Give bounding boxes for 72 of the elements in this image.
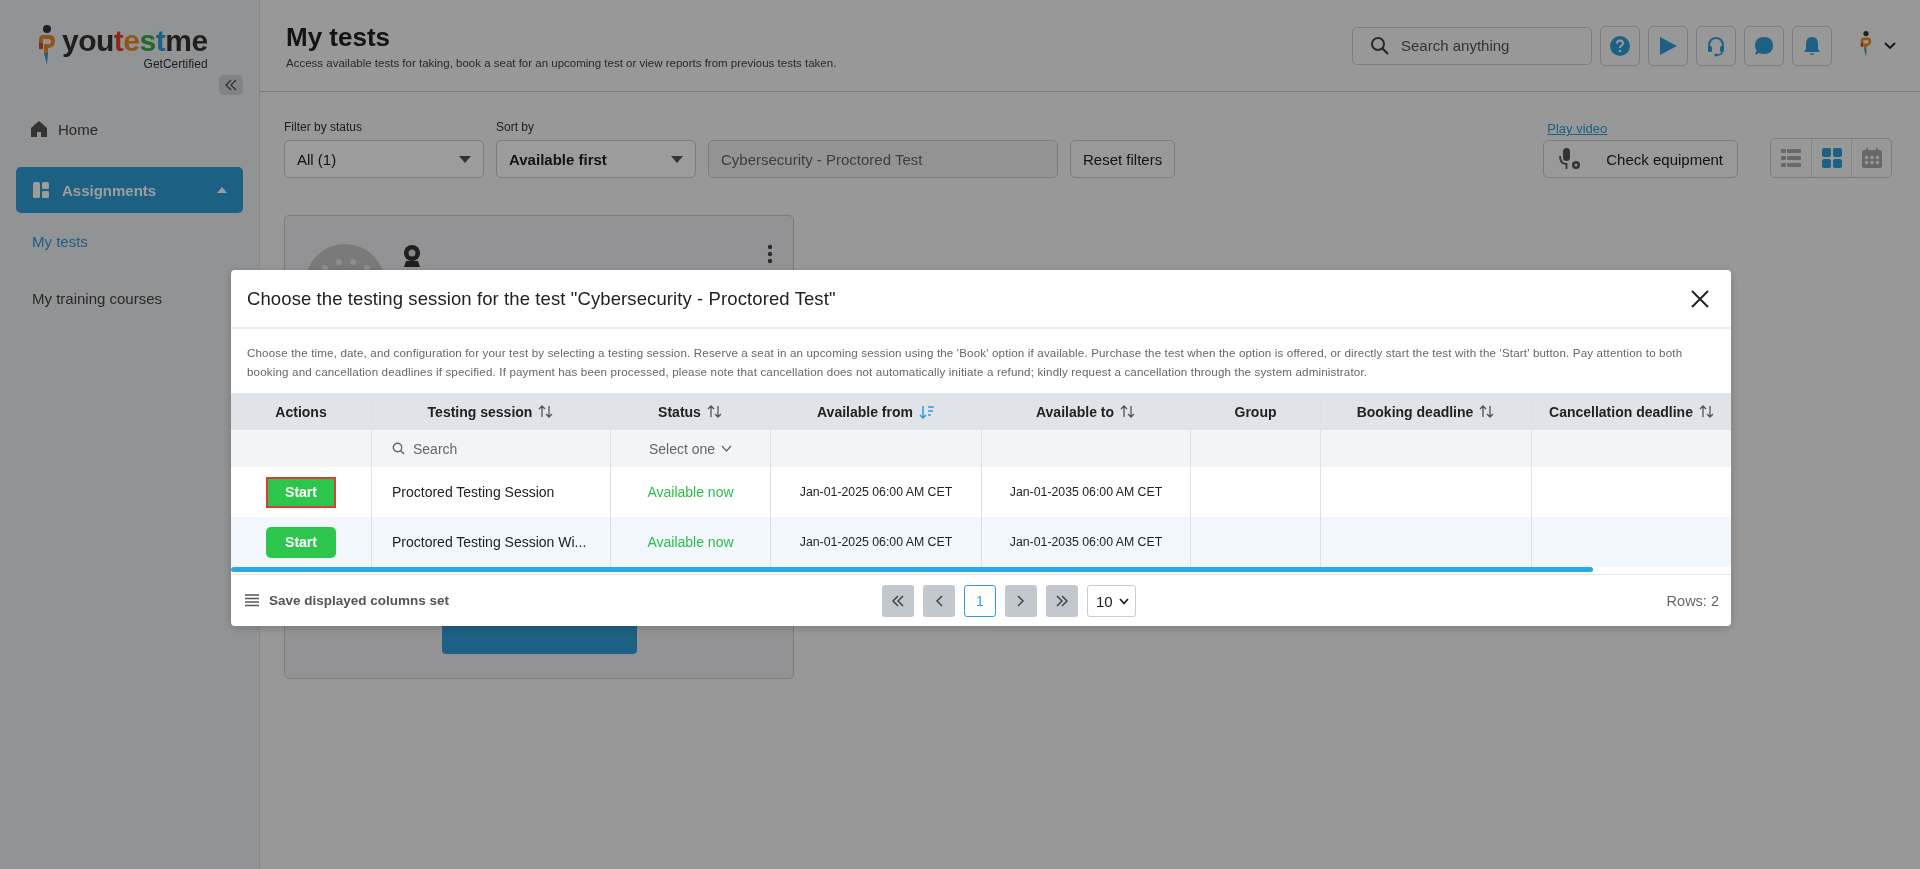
- close-icon: [1691, 289, 1709, 308]
- sort-label: Sort by: [496, 120, 535, 134]
- chevron-left-icon: [935, 595, 943, 607]
- double-chevron-right-icon: [1055, 595, 1069, 607]
- previous-page-button[interactable]: [923, 585, 955, 617]
- support-button[interactable]: [1696, 25, 1736, 66]
- play-button[interactable]: [1648, 25, 1688, 66]
- check-equipment-button[interactable]: Check equipment: [1543, 140, 1738, 178]
- grid-icon: [1821, 148, 1842, 168]
- lines-icon: [245, 594, 259, 607]
- column-header[interactable]: Status: [658, 403, 701, 420]
- dialog-description: Choose the time, date, and configuration for your test by selecting a testing session. Reserve a seat in an upcoming session using the 'Book' option if available. Purchase the test when the option is offered, or directly start the test with the 'Start' button. Pay attention to both booking and cancellation deadlines if specified. If payment has been processed, please note that cancellation does not automatically initiate a refund; kindly request a cancellation through the system administrator.: [246, 345, 1684, 380]
- more-options-icon[interactable]: [767, 244, 773, 264]
- sort-descending-icon[interactable]: [919, 404, 935, 419]
- page-subtitle: Access available tests for taking, book a seat for an upcoming test or view reports from previous tests taken.: [286, 57, 837, 69]
- sort-arrows-icon[interactable]: [538, 405, 555, 418]
- column-header[interactable]: Cancellation deadline: [1549, 403, 1693, 420]
- bell-icon: [1801, 34, 1823, 57]
- microphone-gear-icon: [1558, 147, 1583, 171]
- chat-button[interactable]: [1744, 25, 1784, 66]
- webcam-icon: [401, 244, 423, 268]
- scrollbar-thumb[interactable]: [231, 567, 1593, 572]
- sort-arrows-icon[interactable]: [1698, 405, 1715, 418]
- search-field[interactable]: Search anything: [1352, 26, 1592, 65]
- caret-icon: [459, 155, 471, 163]
- column-header[interactable]: Available to: [1035, 403, 1115, 420]
- column-header: Group: [1234, 403, 1277, 420]
- save-columns-button[interactable]: Save displayed columns set: [245, 593, 450, 608]
- next-page-button[interactable]: [1005, 585, 1037, 617]
- filter-label: Filter by status: [284, 120, 364, 134]
- play-icon: [1657, 34, 1679, 57]
- last-page-button[interactable]: [1046, 585, 1078, 617]
- sort-arrows-icon[interactable]: [706, 405, 723, 418]
- chevron-down-icon: [721, 445, 733, 452]
- calendar-icon: [1861, 148, 1882, 168]
- notifications-button[interactable]: [1792, 25, 1832, 66]
- page-size-dropdown[interactable]: 10: [1087, 585, 1136, 617]
- logo-wordmark: youtestme: [62, 25, 208, 57]
- status-dropdown[interactable]: All (1): [284, 140, 484, 178]
- sidebar-item[interactable]: Home: [16, 105, 243, 153]
- sort-arrows-icon[interactable]: [1479, 405, 1496, 418]
- search-icon: [1370, 35, 1390, 56]
- caret-icon: [671, 155, 683, 163]
- chevron-right-icon: [1017, 595, 1025, 607]
- collapse-sidebar-button[interactable]: [219, 75, 243, 95]
- test-search-field[interactable]: Cybersecurity - Proctored Test: [708, 140, 1058, 178]
- home-icon: [30, 120, 48, 138]
- double-chevron-left-icon: [891, 595, 905, 607]
- list-icon: [1781, 149, 1801, 167]
- question-mark-icon: [1609, 34, 1631, 57]
- chevron-down-icon: [1118, 597, 1129, 605]
- logo-tagline: GetCertified: [143, 57, 208, 71]
- caret-icon: [217, 187, 227, 193]
- column-header: Actions: [275, 403, 327, 420]
- first-page-button[interactable]: [882, 585, 914, 617]
- page-title: My tests: [286, 22, 392, 53]
- row-count: Rows: 2: [1666, 592, 1719, 609]
- reset-filters-button[interactable]: Reset filters: [1070, 140, 1176, 178]
- dashboard-icon: [32, 181, 50, 199]
- column-header[interactable]: Testing session: [427, 403, 533, 420]
- chevron-down-icon: [1884, 41, 1896, 50]
- help-button[interactable]: [1600, 25, 1640, 66]
- sort-arrows-icon[interactable]: [1120, 405, 1137, 418]
- sort-dropdown[interactable]: Available first: [496, 140, 696, 178]
- double-chevron-left-icon: [224, 79, 238, 91]
- search-icon: [392, 442, 405, 455]
- column-header[interactable]: Booking deadline: [1356, 403, 1474, 420]
- session-search-field[interactable]: Search: [411, 439, 565, 458]
- chat-bubble-icon: [1753, 34, 1775, 57]
- dialog-title: Choose the testing session for the test "Cybersecurity - Proctored Test": [247, 287, 836, 310]
- headset-icon: [1705, 34, 1727, 57]
- column-header[interactable]: Available from: [817, 403, 913, 420]
